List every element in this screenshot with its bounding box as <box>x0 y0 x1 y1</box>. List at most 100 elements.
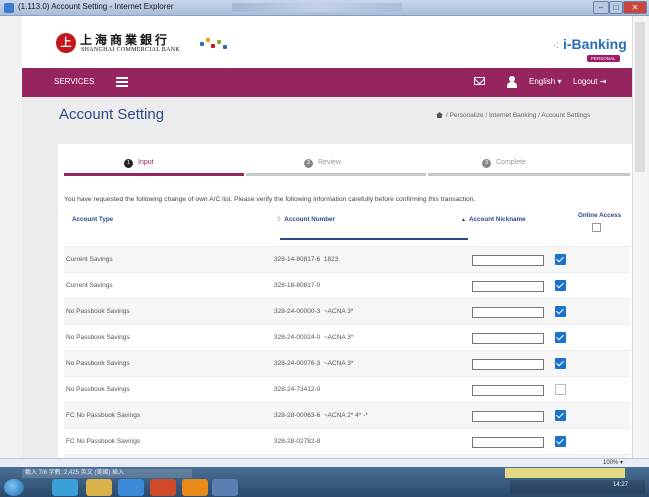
nickname-input[interactable] <box>472 333 544 344</box>
logout-link[interactable]: Logout ⇥ <box>573 77 606 86</box>
account-number: 328-24-00076-3 <box>274 360 321 367</box>
nickname-input[interactable] <box>472 359 544 370</box>
window-taskbar-icon[interactable] <box>212 479 238 496</box>
online-access-checkbox[interactable] <box>555 332 566 343</box>
logout-label: Logout <box>573 77 598 86</box>
mail-icon[interactable] <box>474 77 485 85</box>
user-icon[interactable] <box>507 76 517 88</box>
sort-indicator-underline <box>280 238 468 240</box>
step-bar-input <box>64 173 244 176</box>
page-scrollbar[interactable] <box>632 16 647 458</box>
bank-name-chinese: 上海商業銀行 <box>80 33 171 47</box>
close-button[interactable]: ✕ <box>623 1 647 14</box>
account-nickname-text: ~ACNA 2* 4* -* <box>323 412 368 419</box>
explorer-taskbar-icon[interactable] <box>86 479 112 496</box>
step-label: Complete <box>496 159 526 166</box>
logout-icon: ⇥ <box>599 77 607 86</box>
nickname-input[interactable] <box>472 281 544 292</box>
online-access-checkbox[interactable] <box>555 358 566 369</box>
tray-notice <box>505 468 625 478</box>
account-number-cell: 328-24-00076-3 ~ACNA 3* <box>274 360 353 367</box>
account-nickname-text: ~ACNA 3* <box>323 334 354 341</box>
windows-taskbar: 載入 7/8 字數: 2,425 英文 (美國) 插入 14:27 <box>0 467 649 497</box>
header-account-type[interactable]: Account Type <box>72 216 113 223</box>
taskbar-status-text: 載入 7/8 字數: 2,425 英文 (美國) 插入 <box>22 469 192 478</box>
online-access-checkbox[interactable] <box>555 384 566 395</box>
step-review: 2 Review <box>304 159 341 168</box>
page-title: Account Setting <box>59 106 165 123</box>
web-page: 上 上海商業銀行 SHANGHAI COMMERCIAL BANK ·: i-B… <box>22 16 647 458</box>
maximize-button[interactable]: □ <box>609 1 623 14</box>
services-menu[interactable]: SERVICES <box>54 77 94 86</box>
account-number-cell: 328-28-00063-6 ~ACNA 2* 4* -* <box>274 412 368 419</box>
window-title: (1.113.0) Account Setting - Internet Exp… <box>18 2 174 11</box>
account-number: 328-18-80817-0 <box>274 282 321 289</box>
account-number-cell: 328-24-00024-0 ~ACNA 3* <box>274 334 353 341</box>
account-type-cell: FC No Passbook Savings <box>66 412 141 419</box>
nickname-input[interactable] <box>472 411 544 422</box>
nickname-input[interactable] <box>472 437 544 448</box>
window-titlebar: (1.113.0) Account Setting - Internet Exp… <box>0 0 649 16</box>
online-access-checkbox[interactable] <box>555 306 566 317</box>
account-number: 328-24-73412-0 <box>274 386 321 393</box>
account-number: 328-28-00063-6 <box>274 412 321 419</box>
main-navbar: SERVICES English ▾ Logout ⇥ <box>22 68 632 97</box>
account-number-cell: 328-18-80817-0 <box>274 282 322 289</box>
nickname-input[interactable] <box>472 255 544 266</box>
account-number: 328-28-02782-8 <box>274 438 321 445</box>
browser-window: (1.113.0) Account Setting - Internet Exp… <box>0 0 649 497</box>
app-taskbar-icon[interactable] <box>182 479 208 496</box>
table-row: No Passbook Savings 328-24-00076-3 ~ACNA … <box>64 350 630 376</box>
account-number: 328-24-00000-3 <box>274 308 321 315</box>
online-access-checkbox[interactable] <box>555 410 566 421</box>
ie-taskbar-icon[interactable] <box>52 479 78 496</box>
verification-notice: You have requested the following change … <box>64 196 476 203</box>
step-number: 3 <box>482 159 491 168</box>
step-bar-complete <box>428 173 630 176</box>
table-row: FC No Passbook Savings 328-28-00063-6 ~AC… <box>64 402 630 428</box>
logo-dots-icon <box>200 38 230 52</box>
account-nickname-text: 1823 <box>323 256 339 263</box>
account-number-cell: 328-14-80817-6 1823 <box>274 256 338 263</box>
scrollbar-thumb[interactable] <box>635 22 645 172</box>
titlebar-blurred-area <box>232 3 402 12</box>
account-type-cell: FC No Passbook Savings <box>66 438 141 445</box>
header-account-number[interactable]: Account Number <box>276 216 335 223</box>
step-number: 2 <box>304 159 313 168</box>
nickname-input[interactable] <box>472 385 544 396</box>
account-type-cell: Current Savings <box>66 282 113 289</box>
breadcrumb-text[interactable]: / Personalize / Internet Banking / Accou… <box>446 112 590 119</box>
table-row: FC No Passbook Savings 328-28-02782-8 <box>64 428 630 454</box>
online-access-checkbox[interactable] <box>555 436 566 447</box>
language-dropdown[interactable]: English ▾ <box>529 77 561 86</box>
ibanking-dots-icon: ·: <box>553 40 560 51</box>
media-taskbar-icon[interactable] <box>118 479 144 496</box>
breadcrumb: / Personalize / Internet Banking / Accou… <box>436 112 590 119</box>
account-nickname-text: ~ACNA 3* <box>323 308 354 315</box>
chrome-taskbar-icon[interactable] <box>150 479 176 496</box>
account-number: 328-24-00024-0 <box>274 334 321 341</box>
zoom-level[interactable]: 100% ▾ <box>603 459 623 466</box>
minimize-button[interactable]: – <box>593 1 609 14</box>
account-type-cell: No Passbook Savings <box>66 334 130 341</box>
online-access-checkbox[interactable] <box>555 280 566 291</box>
header-account-nickname[interactable]: Account Nickname <box>461 216 526 223</box>
step-bar-review <box>246 173 426 176</box>
bank-name-english: SHANGHAI COMMERCIAL BANK <box>81 47 180 53</box>
step-label: Input <box>138 159 154 166</box>
account-setting-card: 1 Input 2 Review 3 Complete You have reques… <box>58 144 632 458</box>
start-button-icon[interactable] <box>4 479 24 496</box>
nickname-input[interactable] <box>472 307 544 318</box>
table-row: No Passbook Savings 328-24-73412-0 <box>64 376 630 402</box>
online-access-checkbox[interactable] <box>555 254 566 265</box>
account-type-cell: No Passbook Savings <box>66 308 130 315</box>
home-icon[interactable] <box>436 112 443 118</box>
system-clock: 14:27 <box>613 482 629 488</box>
hamburger-menu-icon[interactable] <box>116 76 128 88</box>
step-number: 1 <box>124 159 133 168</box>
select-all-checkbox[interactable] <box>592 223 601 232</box>
account-type-cell: No Passbook Savings <box>66 360 130 367</box>
site-header: 上 上海商業銀行 SHANGHAI COMMERCIAL BANK ·: i-B… <box>22 16 632 68</box>
account-number: 328-14-80817-6 <box>274 256 321 263</box>
table-row: Current Savings 328-14-80817-6 1823 <box>64 246 630 272</box>
